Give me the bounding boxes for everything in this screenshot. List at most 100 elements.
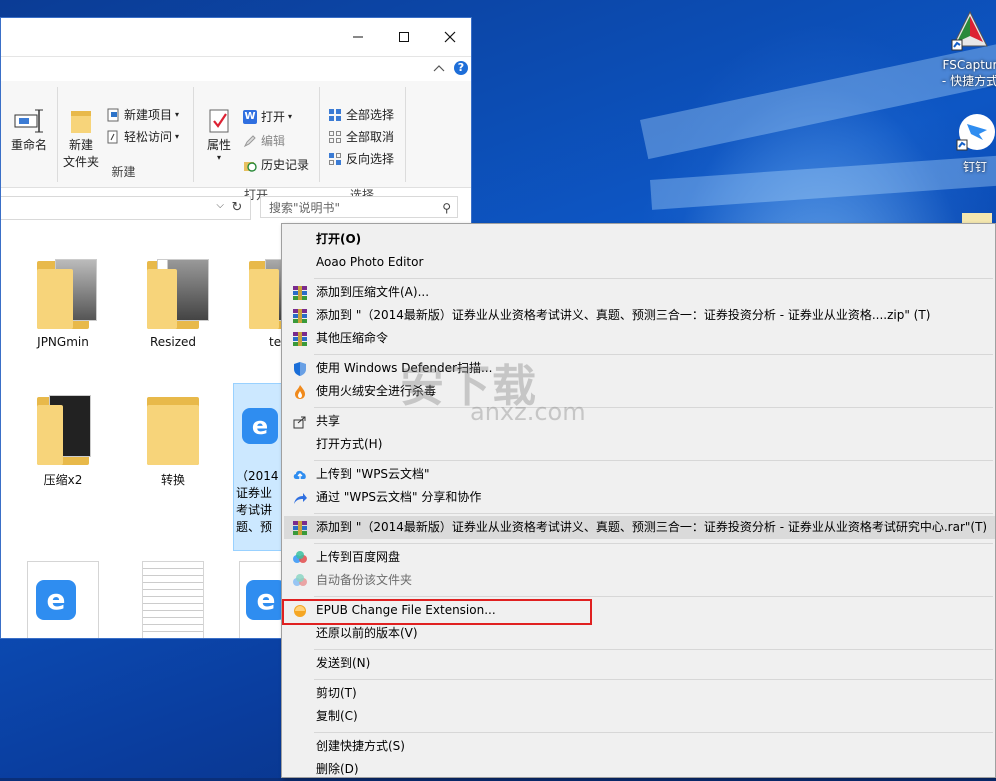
folder-icon bbox=[143, 255, 209, 331]
close-icon bbox=[444, 31, 456, 43]
new-item-button[interactable]: 新建项目 ▾ bbox=[106, 106, 179, 123]
menu-item-send-to[interactable]: 发送到(N) bbox=[284, 652, 995, 675]
open-button[interactable]: W 打开 ▾ bbox=[243, 108, 292, 125]
fscapture-icon bbox=[951, 10, 989, 54]
rename-button[interactable]: 重命名 bbox=[7, 107, 51, 154]
collapse-ribbon-icon[interactable] bbox=[433, 63, 445, 73]
selected-file-item[interactable]: e （2014 证券业 考试讲 题、预 bbox=[233, 383, 283, 551]
refresh-icon[interactable]: ↻ bbox=[227, 198, 247, 218]
dropdown-arrow-icon: ▾ bbox=[216, 153, 221, 162]
document-item[interactable]: e bbox=[235, 561, 281, 638]
menu-item-label: 通过 "WPS云文档" 分享和协作 bbox=[316, 490, 482, 504]
file-label: Resized bbox=[149, 335, 197, 349]
menu-item-label: 打开方式(H) bbox=[316, 437, 383, 451]
menu-item-label: 其他压缩命令 bbox=[316, 331, 389, 345]
menu-item-open-with[interactable]: 打开方式(H) bbox=[284, 433, 995, 456]
dropdown-arrow-icon: ▾ bbox=[175, 132, 180, 141]
history-button[interactable]: 历史记录 bbox=[243, 156, 309, 173]
desktop-icon-fscapture[interactable]: FSCaptur - 快捷方式 bbox=[940, 10, 996, 89]
file-label: （2014 bbox=[236, 469, 279, 483]
menu-item-label: 还原以前的版本(V) bbox=[316, 626, 418, 640]
cloud-upload-icon bbox=[292, 467, 308, 483]
menu-item-label: 添加到压缩文件(A)... bbox=[316, 285, 430, 299]
menu-item-label: Aoao Photo Editor bbox=[316, 255, 424, 269]
folder-icon bbox=[143, 391, 203, 467]
new-folder-button[interactable]: 新建 文件夹 bbox=[61, 107, 101, 171]
menu-item-copy[interactable]: 复制(C) bbox=[284, 705, 995, 728]
text-file-icon bbox=[142, 561, 204, 638]
menu-item-add-to-zip[interactable]: 添加到 "（2014最新版）证券业从业资格考试讲义、真题、预测三合一：证券投资分… bbox=[284, 304, 995, 327]
select-none-button[interactable]: 全部取消 bbox=[328, 128, 394, 145]
invert-select-button[interactable]: 反向选择 bbox=[328, 150, 394, 167]
file-label: 证券业 bbox=[236, 486, 273, 500]
history-icon bbox=[243, 158, 257, 172]
folder-icon bbox=[33, 255, 97, 331]
ribbon-divider bbox=[319, 87, 320, 182]
menu-item-label: 添加到 "（2014最新版）证券业从业资格考试讲义、真题、预测三合一：证券投资分… bbox=[316, 520, 988, 534]
document-item[interactable]: e bbox=[13, 561, 113, 638]
folder-item[interactable]: Resized bbox=[123, 255, 223, 349]
menu-item-add-to-rar[interactable]: 添加到 "（2014最新版）证券业从业资格考试讲义、真题、预测三合一：证券投资分… bbox=[284, 516, 995, 539]
menu-item-restore-versions[interactable]: 还原以前的版本(V) bbox=[284, 622, 995, 645]
edit-button[interactable]: 编辑 bbox=[243, 132, 285, 149]
folder-item[interactable]: JPNGmin bbox=[13, 255, 113, 349]
easy-access-icon bbox=[106, 130, 120, 144]
new-item-label: 新建项目 bbox=[124, 108, 173, 122]
menu-item-upload-baidu[interactable]: 上传到百度网盘 bbox=[284, 546, 995, 569]
menu-item-create-shortcut[interactable]: 创建快捷方式(S) bbox=[284, 735, 995, 758]
history-label: 历史记录 bbox=[261, 158, 310, 172]
ribbon-divider bbox=[193, 87, 194, 182]
document-item[interactable] bbox=[123, 561, 223, 638]
chevron-down-icon[interactable]: ⌵ bbox=[216, 200, 224, 211]
menu-item-cut[interactable]: 剪切(T) bbox=[284, 682, 995, 705]
menu-separator bbox=[314, 543, 993, 544]
folder-item[interactable]: 压缩x2 bbox=[13, 391, 113, 488]
folder-icon bbox=[33, 391, 93, 467]
select-all-button[interactable]: 全部选择 bbox=[328, 106, 394, 123]
folder-item[interactable]: 转换 bbox=[123, 391, 223, 488]
menu-item-auto-backup[interactable]: 自动备份该文件夹 bbox=[284, 569, 995, 592]
winrar-icon bbox=[292, 285, 308, 301]
menu-item-share[interactable]: 共享 bbox=[284, 410, 995, 433]
menu-item-huorong-scan[interactable]: 使用火绒安全进行杀毒 bbox=[284, 380, 995, 403]
easy-access-button[interactable]: 轻松访问 ▾ bbox=[106, 128, 179, 145]
select-all-label: 全部选择 bbox=[346, 108, 395, 122]
rename-icon bbox=[7, 107, 51, 137]
menu-item-defender-scan[interactable]: 使用 Windows Defender扫描... bbox=[284, 357, 995, 380]
minimize-button[interactable] bbox=[335, 18, 381, 56]
menu-item-label: 复制(C) bbox=[316, 709, 358, 723]
help-icon[interactable]: ? bbox=[454, 61, 468, 75]
search-input[interactable]: 搜索"说明书" ⚲ bbox=[260, 196, 458, 218]
watermark-url: anxz.com bbox=[470, 398, 586, 426]
menu-item-aoao-photo-editor[interactable]: Aoao Photo Editor bbox=[284, 251, 995, 274]
folder-item[interactable]: te bbox=[231, 255, 281, 349]
menu-item-label: 共享 bbox=[316, 414, 341, 428]
menu-item-label: 打开(O) bbox=[316, 232, 362, 246]
properties-button[interactable]: 属性 ▾ bbox=[199, 107, 239, 162]
menu-separator bbox=[314, 649, 993, 650]
menu-separator bbox=[314, 460, 993, 461]
file-label: 题、预 bbox=[236, 520, 273, 534]
edit-icon bbox=[243, 134, 257, 148]
menu-item-open[interactable]: 打开(O) bbox=[284, 228, 995, 251]
menu-item-delete[interactable]: 删除(D) bbox=[284, 758, 995, 778]
close-button[interactable] bbox=[427, 18, 471, 56]
menu-separator bbox=[314, 278, 993, 279]
winrar-icon bbox=[292, 520, 308, 536]
menu-item-label: 上传到 "WPS云文档" bbox=[316, 467, 430, 481]
menu-item-add-to-archive[interactable]: 添加到压缩文件(A)... bbox=[284, 281, 995, 304]
address-bar[interactable]: ⌵ bbox=[1, 196, 251, 220]
menu-item-other-compress[interactable]: 其他压缩命令 bbox=[284, 327, 995, 350]
new-folder-label: 新建 bbox=[68, 138, 93, 152]
huorong-flame-icon bbox=[292, 384, 308, 400]
maximize-button[interactable] bbox=[381, 18, 427, 56]
menu-item-share-wps[interactable]: 通过 "WPS云文档" 分享和协作 bbox=[284, 486, 995, 509]
epub-file-icon: e bbox=[242, 392, 282, 468]
folder-icon bbox=[245, 255, 281, 331]
menu-item-label: 发送到(N) bbox=[316, 656, 371, 670]
dropdown-arrow-icon: ▾ bbox=[175, 110, 180, 119]
ribbon-divider bbox=[405, 87, 406, 182]
menu-item-upload-wps[interactable]: 上传到 "WPS云文档" bbox=[284, 463, 995, 486]
desktop-icon-dingtalk[interactable]: 钉钉 bbox=[945, 110, 996, 175]
dingtalk-icon bbox=[955, 110, 995, 154]
